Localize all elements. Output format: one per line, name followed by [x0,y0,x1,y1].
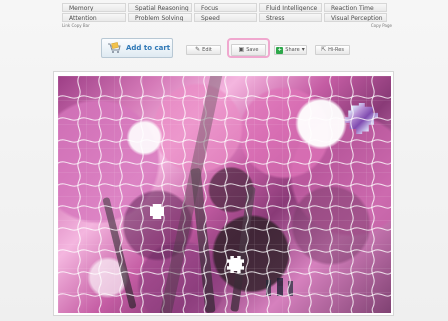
pencil-icon: ✎ [195,46,201,53]
skill-stress[interactable]: Stress [259,13,322,22]
puzzle-frame [53,71,394,316]
edit-button[interactable]: ✎ Edit [186,45,221,55]
missing-piece-slot[interactable] [150,204,164,219]
link-copy-bar[interactable]: Link Copy Bar [62,23,90,28]
people-cluster [263,270,303,298]
expand-icon: ⇱ [321,46,327,53]
save-icon: ▣ [238,46,245,53]
hires-button[interactable]: ⇱ Hi-Res [315,45,350,55]
skill-speed[interactable]: Speed [194,13,257,22]
skill-reaction-time[interactable]: Reaction Time [324,3,387,12]
tree-trunk [102,196,137,310]
tree-trunk [230,186,256,312]
copy-page-link[interactable]: Copy Page [371,23,392,28]
puzzle-board[interactable] [58,76,391,313]
loose-puzzle-piece[interactable] [345,103,378,134]
skill-problem-solving[interactable]: Problem Solving [128,13,192,22]
save-button[interactable]: ▣ Save [231,44,266,56]
skill-fluid-intelligence[interactable]: Fluid Intelligence [259,3,322,12]
skill-focus[interactable]: Focus [194,3,257,12]
puzzle-page: Memory Spatial Reasoning Focus Fluid Int… [0,0,448,321]
skill-memory[interactable]: Memory [62,3,126,12]
skills-row-1: Memory Spatial Reasoning Focus Fluid Int… [62,3,392,13]
add-to-cart-label: Add to cart [126,44,171,52]
skill-visual-perception[interactable]: Visual Perception [324,13,387,22]
skill-spatial-reasoning[interactable]: Spatial Reasoning [128,3,192,12]
save-label: Save [246,47,259,53]
shopping-cart-icon [107,42,122,54]
puzzle-toolbar: Add to cart ✎ Edit ▣ Save + Share ▾ ⇱ Hi… [101,38,361,58]
share-label: Share [285,47,300,53]
skills-row-2: Attention Problem Solving Speed Stress V… [62,13,392,23]
puzzle-grid [58,76,391,313]
fine-links: Link Copy Bar Copy Page [62,23,392,29]
edit-label: Edit [202,47,212,53]
tree-trunk [190,167,216,313]
add-to-cart-button[interactable]: Add to cart [101,38,173,58]
share-icon: + [276,46,284,54]
share-button[interactable]: + Share ▾ [274,45,307,55]
chevron-down-icon: ▾ [301,46,305,53]
hires-label: Hi-Res [328,47,344,53]
skills-navigation: Memory Spatial Reasoning Focus Fluid Int… [62,0,392,30]
skill-attention[interactable]: Attention [62,13,126,22]
